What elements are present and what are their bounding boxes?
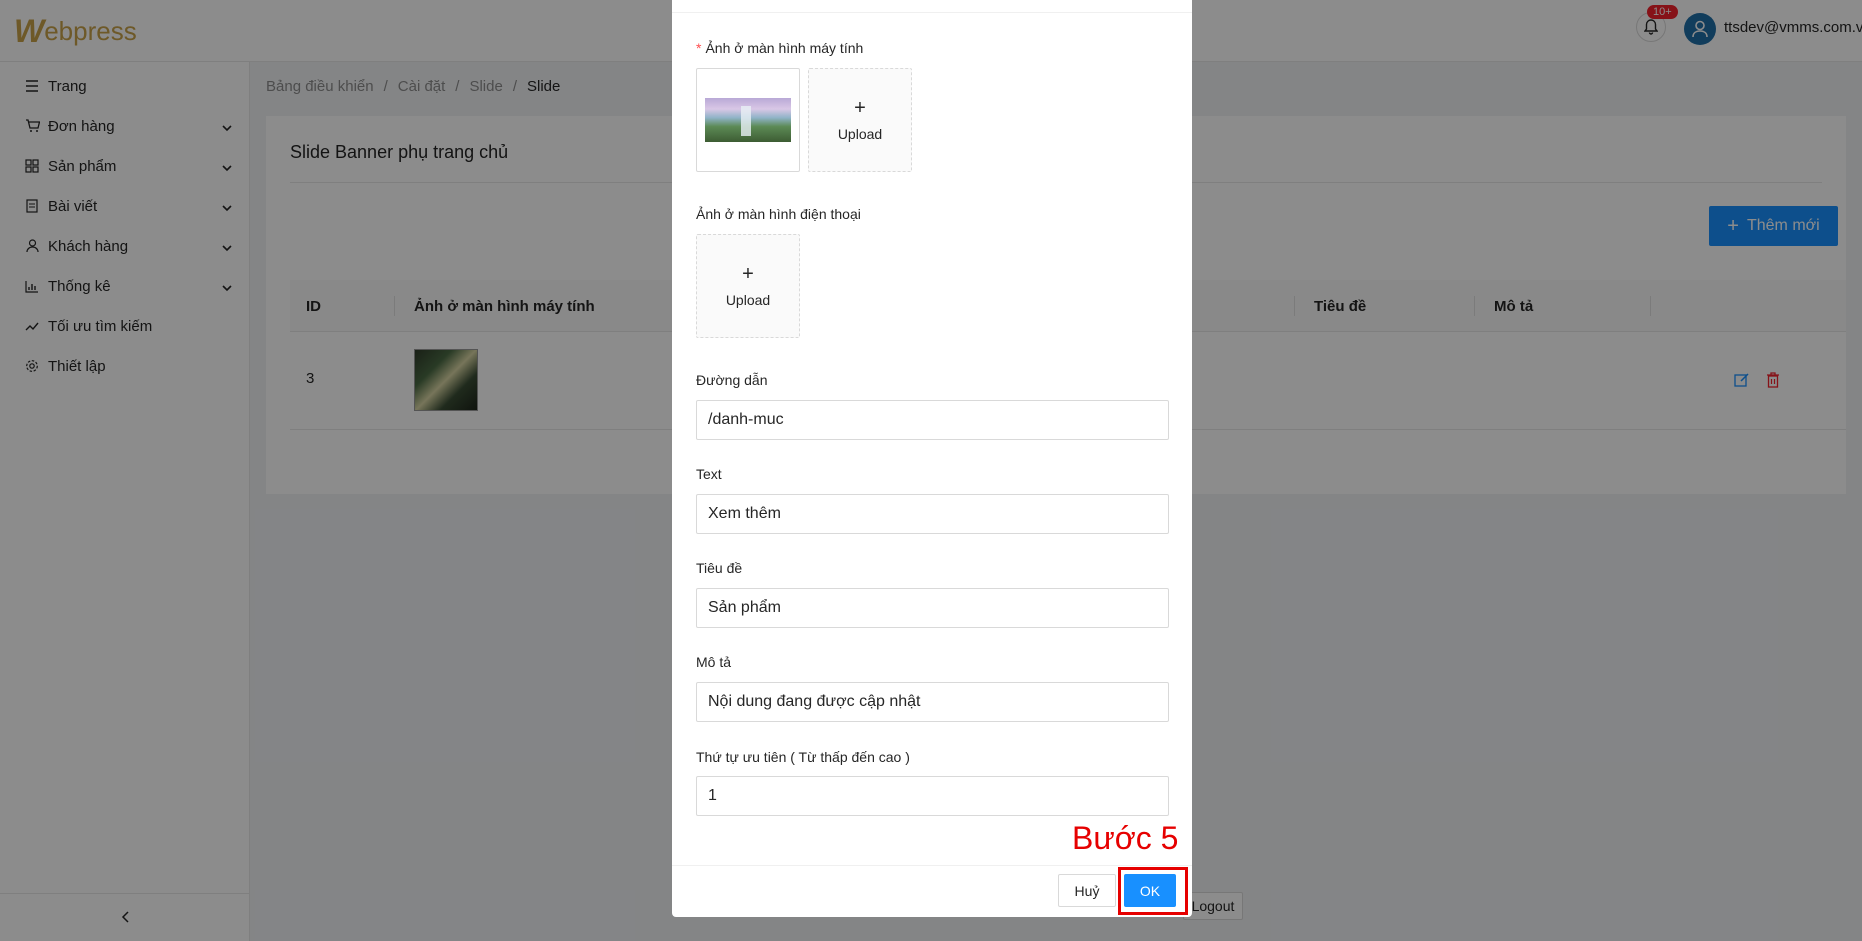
step-highlight-box [1118, 867, 1188, 915]
priority-label: Thứ tự ưu tiên ( Từ thấp đến cao ) [696, 749, 910, 765]
desktop-image-label: * Ảnh ở màn hình máy tính [696, 40, 864, 56]
cancel-button[interactable]: Huỷ [1058, 874, 1116, 907]
path-input[interactable]: /danh-muc [696, 400, 1169, 440]
divider [672, 865, 1192, 866]
desktop-upload-button[interactable]: + Upload [808, 68, 912, 172]
text-label: Text [696, 466, 722, 482]
plus-icon: + [854, 97, 866, 119]
title-input[interactable]: Sản phẩm [696, 588, 1169, 628]
divider [672, 12, 1192, 13]
plus-icon: + [742, 263, 754, 285]
mobile-upload-button[interactable]: + Upload [696, 234, 800, 338]
edit-slide-modal: * Ảnh ở màn hình máy tính + Upload Ảnh ở … [672, 0, 1192, 917]
text-input[interactable]: Xem thêm [696, 494, 1169, 534]
description-label: Mô tả [696, 654, 732, 670]
landscape-image [705, 98, 791, 142]
mobile-image-label: Ảnh ở màn hình điện thoại [696, 206, 861, 222]
desktop-image-preview[interactable] [696, 68, 800, 172]
step-label: Bước 5 [1072, 820, 1179, 856]
path-label: Đường dẫn [696, 372, 768, 388]
title-label: Tiêu đề [696, 560, 743, 576]
priority-input[interactable]: 1 [696, 776, 1169, 816]
upload-label: Upload [837, 126, 883, 142]
description-input[interactable]: Nội dung đang được cập nhật [696, 682, 1169, 722]
upload-label: Upload [725, 292, 771, 308]
